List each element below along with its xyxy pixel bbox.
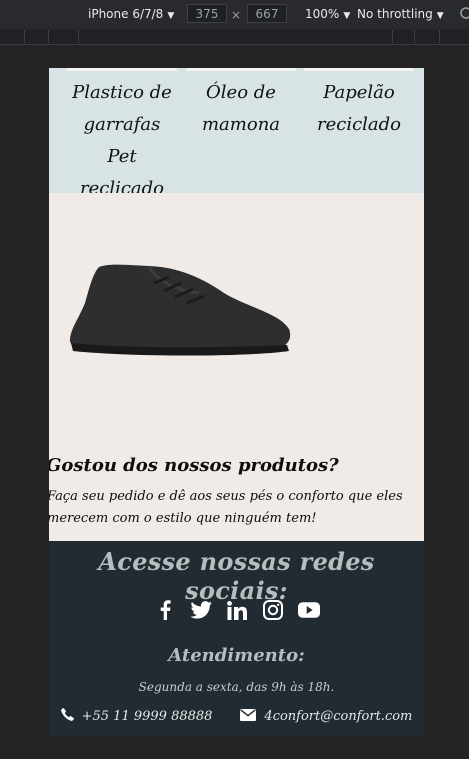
product-image-area (49, 193, 424, 453)
phone-number[interactable]: +55 11 9999 88888 (82, 709, 213, 724)
material-label: Papelão reciclado (316, 82, 402, 135)
youtube-icon[interactable] (297, 599, 320, 621)
chevron-down-icon: ▼ (167, 11, 175, 21)
rotate-icon[interactable] (459, 6, 469, 23)
envelope-icon (240, 708, 257, 725)
media-query-ruler[interactable] (0, 29, 469, 45)
materials-section: Plastico de garrafas Pet reclicado Óleo … (49, 68, 424, 199)
material-card-cardboard: Papelão reciclado (304, 68, 414, 193)
ruler-segment[interactable] (24, 30, 49, 43)
business-hours: Segunda a sexta, das 9h às 18h. (138, 680, 335, 694)
cta-section: Gostou dos nossos produtos? Faça seu ped… (49, 453, 424, 541)
throttling-select[interactable]: No throttling ▼ (357, 7, 444, 21)
ruler-segment[interactable] (414, 30, 440, 43)
cta-text: Faça seu pedido e dê aos seus pés o conf… (49, 489, 403, 526)
shoe-image (69, 264, 291, 356)
material-card-pet: Plastico de garrafas Pet reclicado (67, 68, 177, 199)
dimension-separator: × (231, 8, 242, 22)
width-input[interactable]: 375 (187, 4, 227, 23)
facebook-icon[interactable] (154, 599, 176, 621)
footer-title: Acesse nossas redes sociais: (98, 547, 375, 605)
social-links (49, 599, 424, 621)
zoom-select[interactable]: 100% ▼ (305, 7, 350, 21)
phone-icon (60, 708, 74, 725)
ruler-segment[interactable] (392, 30, 415, 43)
ruler-segment[interactable] (0, 30, 25, 43)
instagram-icon[interactable] (262, 599, 284, 621)
contact-info: +55 11 9999 88888 4confort@confort.com (49, 708, 424, 725)
material-card-castor-oil: Óleo de mamona (186, 68, 296, 193)
ruler-segment[interactable] (48, 30, 79, 43)
chevron-down-icon: ▼ (436, 11, 444, 21)
device-label: iPhone 6/7/8 (88, 7, 164, 21)
card-top-bar (186, 68, 296, 71)
zoom-label: 100% (305, 7, 340, 21)
ruler-segment[interactable] (78, 30, 393, 43)
card-top-bar (67, 68, 177, 71)
footer: Acesse nossas redes sociais: Atendimento… (49, 541, 424, 735)
linkedin-icon[interactable] (226, 599, 248, 621)
device-select[interactable]: iPhone 6/7/8 ▼ (88, 7, 174, 21)
cta-title: Gostou dos nossos produtos? (49, 455, 339, 476)
material-label: Plastico de garrafas Pet reclicado (72, 82, 172, 199)
email-address[interactable]: 4confort@confort.com (264, 709, 412, 724)
card-top-bar (304, 68, 414, 71)
emulated-viewport: Plastico de garrafas Pet reclicado Óleo … (49, 68, 424, 735)
twitter-icon[interactable] (189, 599, 212, 621)
attendance-title: Atendimento: (168, 645, 305, 666)
devtools-device-toolbar: iPhone 6/7/8 ▼ 375 × 667 100% ▼ No throttl… (0, 0, 469, 29)
throttling-label: No throttling (357, 7, 433, 21)
chevron-down-icon: ▼ (343, 11, 351, 21)
height-input[interactable]: 667 (247, 4, 287, 23)
material-label: Óleo de mamona (201, 82, 281, 135)
